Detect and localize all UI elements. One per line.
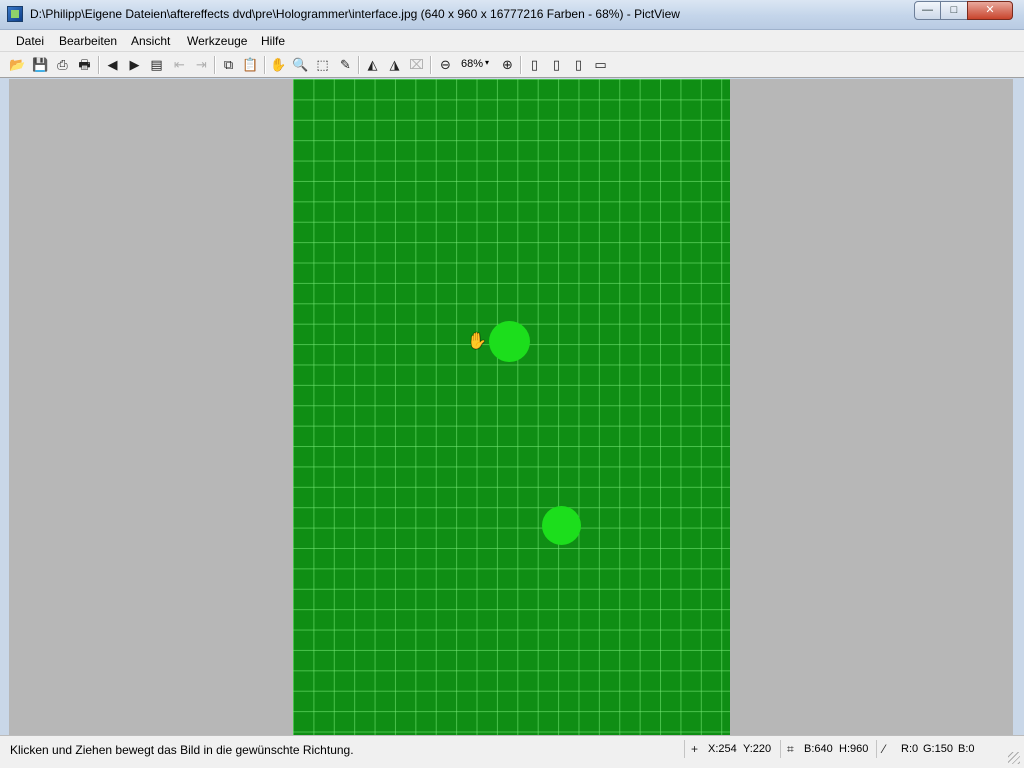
pixel-green: G:150 [923,743,953,755]
window-border-left [0,79,9,735]
green-circle [542,506,581,545]
toolbar-separator [358,56,360,74]
open-folder-icon[interactable]: 📂 [9,56,26,73]
menu-werkzeuge[interactable]: Werkzeuge [187,34,247,48]
zoom-in-icon[interactable]: ⊕ [499,56,516,73]
hand-cursor-icon: ✋ [467,333,487,350]
print-icon[interactable]: 🖶 [76,56,93,73]
status-message: Klicken und Ziehen bewegt das Bild in di… [10,743,354,757]
next-image-icon[interactable]: ▶ [126,56,143,73]
view-fit-width-icon[interactable]: ▯ [570,56,587,73]
pixel-blue: B:0 [958,743,975,755]
status-separator [876,740,877,758]
zoom-level[interactable]: 68% [461,58,483,70]
toolbar-separator [264,56,266,74]
toolbar: 📂 💾 ⎙ 🖶 ◀ ▶ ▤ ⇤ ⇥ ⧉ 📋 ✋ 🔍 ⬚ ✎ ◭ ◮ ⌧ ⊖ 68… [0,52,1024,78]
paste-icon[interactable]: 📋 [242,56,259,73]
pixel-red: R:0 [901,743,919,755]
image-height: H:960 [839,743,869,755]
zoom-out-icon[interactable]: ⊖ [437,56,454,73]
hand-tool-icon[interactable]: ✋ [270,56,287,73]
toolbar-separator [98,56,100,74]
pictview-icon[interactable] [7,6,23,22]
toolbar-separator [214,56,216,74]
status-separator [684,740,685,758]
back-icon[interactable]: ⇤ [171,56,188,73]
image-viewport[interactable]: ✋ [9,79,1013,735]
cursor-x: X:254 [708,743,737,755]
toolbar-separator [430,56,432,74]
maximize-button[interactable]: □ [940,1,968,20]
image-size-icon: ⌗ [787,742,794,756]
rotate-right-icon[interactable]: ◮ [386,56,403,73]
view-fullscreen-icon[interactable]: ▭ [592,56,609,73]
green-circle [489,321,530,362]
eyedropper-icon[interactable]: ✎ [337,56,354,73]
menu-datei[interactable]: Datei [16,34,44,48]
selection-icon[interactable]: ⬚ [314,56,331,73]
image-width: B:640 [804,743,833,755]
minimize-button[interactable]: — [914,1,941,20]
color-picker-icon: ⁄ [883,742,886,756]
toolbar-separator [520,56,522,74]
title-bar: D:\Philipp\Eigene Dateien\aftereffects d… [0,0,1024,30]
magnifier-icon[interactable]: 🔍 [292,56,309,73]
menu-ansicht[interactable]: Ansicht [131,34,170,48]
close-button[interactable]: ✕ [967,1,1013,20]
status-separator [780,740,781,758]
view-actual-size-icon[interactable]: ▯ [526,56,543,73]
rotate-left-icon[interactable]: ◭ [364,56,381,73]
previous-image-icon[interactable]: ◀ [104,56,121,73]
crop-icon[interactable]: ⌧ [408,56,425,73]
page-icon[interactable]: ▤ [148,56,165,73]
copy-icon[interactable]: ⧉ [220,56,237,73]
zoom-dropdown-icon[interactable]: ▾ [485,58,489,67]
forward-icon[interactable]: ⇥ [193,56,210,73]
crosshair-icon: + [691,742,699,756]
save-icon[interactable]: 💾 [32,56,49,73]
export-icon[interactable]: ⎙ [54,56,71,73]
cursor-y: Y:220 [743,743,772,755]
displayed-image[interactable] [293,79,730,735]
resize-grip[interactable] [1008,752,1020,764]
menu-bearbeiten[interactable]: Bearbeiten [59,34,117,48]
status-bar: Klicken und Ziehen bewegt das Bild in di… [0,735,1024,768]
window-title: D:\Philipp\Eigene Dateien\aftereffects d… [30,7,680,21]
menu-hilfe[interactable]: Hilfe [261,34,285,48]
menu-bar: Datei Bearbeiten Ansicht Werkzeuge Hilfe [0,30,1024,52]
view-fit-window-icon[interactable]: ▯ [548,56,565,73]
window-border-right [1013,79,1024,735]
